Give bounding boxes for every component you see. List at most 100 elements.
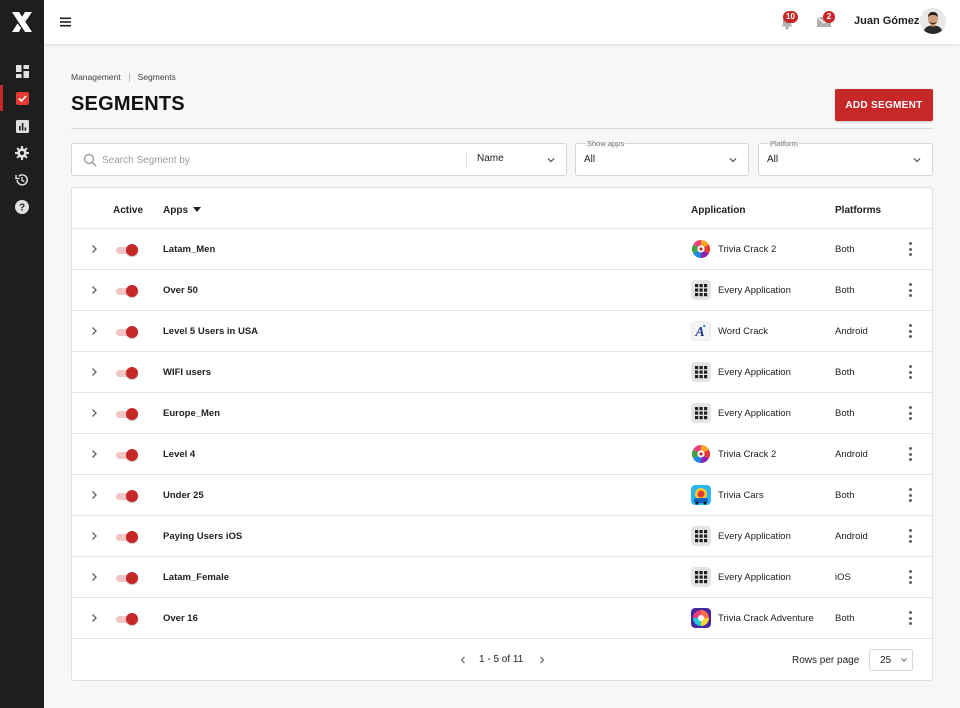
checkbox-icon (15, 91, 29, 105)
more-options-icon[interactable] (904, 446, 916, 462)
platform-value: iOS (835, 572, 851, 583)
active-toggle[interactable] (116, 244, 138, 256)
active-toggle[interactable] (116, 326, 138, 338)
table-row[interactable]: Paying Users iOS Every Application Android (72, 515, 932, 556)
table-row[interactable]: Europe_Men Every Application Both (72, 392, 932, 433)
platform-value: Android (835, 449, 868, 460)
sidebar-item-help[interactable]: ? (0, 194, 44, 220)
platform-select[interactable]: Platform All (758, 139, 933, 176)
add-segment-button[interactable]: ADD SEGMENT (835, 89, 933, 121)
more-options-icon[interactable] (904, 528, 916, 544)
search-field-select[interactable]: Name (477, 153, 557, 167)
active-toggle[interactable] (116, 531, 138, 543)
application-name: Trivia Crack Adventure (718, 613, 814, 624)
trivia-cars-app-icon (691, 485, 711, 505)
chevron-right-icon[interactable] (88, 284, 100, 296)
search-input[interactable] (102, 152, 462, 168)
show-apps-value: All (584, 154, 596, 165)
active-toggle[interactable] (116, 367, 138, 379)
active-toggle[interactable] (116, 613, 138, 625)
chevron-right-icon[interactable] (537, 655, 547, 665)
table-row[interactable]: Level 4 Trivia Crack 2 Android (72, 433, 932, 474)
dashboard-icon (15, 64, 29, 78)
segment-name: Level 5 Users in USA (163, 326, 259, 337)
table-row[interactable]: Latam_Men Trivia Crack 2 Both (72, 228, 932, 269)
chevron-left-icon[interactable] (458, 655, 468, 665)
active-toggle[interactable] (116, 490, 138, 502)
chevron-right-icon[interactable] (88, 243, 100, 255)
table-row[interactable]: Level 5 Users in USA A Word Crack Android (72, 310, 932, 351)
platform-value: Both (835, 490, 855, 501)
application-name: Trivia Crack 2 (718, 244, 777, 255)
menu-icon (60, 17, 71, 27)
active-toggle[interactable] (116, 408, 138, 420)
active-toggle[interactable] (116, 285, 138, 297)
user-avatar-icon (920, 8, 946, 34)
hamburger-menu-button[interactable] (59, 15, 73, 29)
trivia-crack-2-app-icon (691, 239, 711, 259)
show-apps-select[interactable]: Show apps All (575, 139, 749, 176)
app-logo[interactable] (10, 10, 34, 34)
user-name[interactable]: Juan Gómez (854, 15, 919, 27)
segment-name: Level 4 (163, 449, 196, 460)
gear-icon (15, 146, 29, 160)
more-options-icon[interactable] (904, 610, 916, 626)
chevron-right-icon[interactable] (88, 325, 100, 337)
chevron-right-icon[interactable] (88, 366, 100, 378)
sidebar-item-reports[interactable] (0, 113, 44, 139)
rows-per-page-select[interactable]: 25 (869, 649, 913, 671)
more-options-icon[interactable] (904, 487, 916, 503)
svg-text:A: A (694, 325, 704, 340)
grid-app-icon (691, 567, 711, 587)
table-row[interactable]: Over 50 Every Application Both (72, 269, 932, 310)
rows-per-page-value: 25 (880, 655, 892, 666)
breadcrumb: Management Segments (71, 72, 176, 82)
platform-label: Platform (769, 139, 799, 148)
sidebar-item-history[interactable] (0, 167, 44, 193)
chevron-right-icon[interactable] (88, 571, 100, 583)
sidebar-item-segments[interactable] (0, 85, 44, 111)
application-name: Word Crack (718, 326, 768, 337)
show-apps-label: Show apps (586, 139, 626, 148)
more-options-icon[interactable] (904, 405, 916, 421)
more-options-icon[interactable] (904, 364, 916, 380)
table-row[interactable]: WIFI users Every Application Both (72, 351, 932, 392)
active-toggle[interactable] (116, 572, 138, 584)
chevron-right-icon[interactable] (88, 612, 100, 624)
chevron-right-icon[interactable] (88, 530, 100, 542)
chevron-down-icon (901, 658, 907, 662)
trivia-crack-adventure-app-icon (691, 608, 711, 628)
sort-descending-icon (193, 207, 201, 212)
search-icon (83, 153, 97, 167)
avatar[interactable] (920, 8, 946, 34)
column-header-apps[interactable]: Apps (163, 205, 201, 216)
more-options-icon[interactable] (904, 323, 916, 339)
sidebar-item-dashboard[interactable] (0, 58, 44, 84)
sidebar-item-settings[interactable] (0, 140, 44, 166)
svg-text:?: ? (19, 203, 25, 214)
chevron-right-icon[interactable] (88, 448, 100, 460)
segment-name: Paying Users iOS (163, 531, 243, 542)
table-row[interactable]: Latam_Female Every Application iOS (72, 556, 932, 597)
application-name: Every Application (718, 285, 791, 296)
more-options-icon[interactable] (904, 569, 916, 585)
column-header-platforms: Platforms (835, 205, 882, 216)
active-toggle[interactable] (116, 449, 138, 461)
chevron-right-icon[interactable] (88, 489, 100, 501)
chevron-right-icon[interactable] (88, 407, 100, 419)
more-options-icon[interactable] (904, 282, 916, 298)
application-name: Every Application (718, 572, 791, 583)
grid-app-icon (691, 280, 711, 300)
page-title: SEGMENTS (71, 93, 185, 115)
platform-value: Both (835, 285, 855, 296)
segment-name: Latam_Female (163, 572, 230, 583)
bar-chart-icon (15, 119, 29, 133)
chevron-down-icon (547, 158, 555, 163)
table-row[interactable]: Under 25 Trivia Cars Both (72, 474, 932, 515)
application-name: Trivia Cars (718, 490, 764, 501)
table-footer: 1 - 5 of 11 Rows per page 25 (72, 638, 932, 680)
table-row[interactable]: Over 16 Trivia Crack Adventure Both (72, 597, 932, 638)
more-options-icon[interactable] (904, 241, 916, 257)
breadcrumb-item-management[interactable]: Management (71, 72, 121, 82)
application-name: Every Application (718, 367, 791, 378)
